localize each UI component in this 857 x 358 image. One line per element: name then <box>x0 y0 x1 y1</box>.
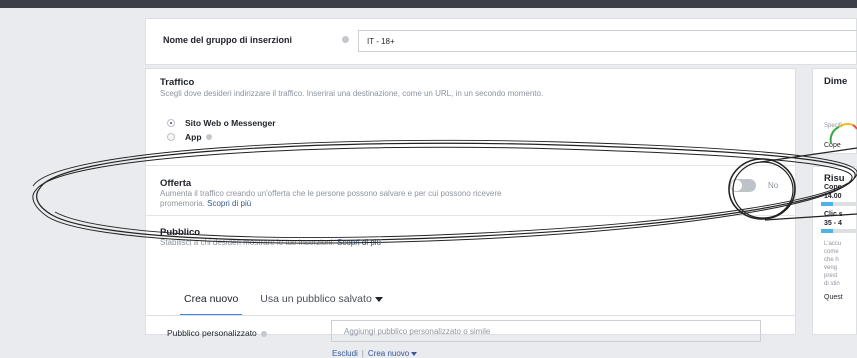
audience-size-card: Dime Specifi Cope <box>812 68 857 154</box>
clicks-bar-fill <box>821 229 833 233</box>
offer-description: Aumenta il traffico creando un'offerta c… <box>160 189 530 209</box>
audience-coverage-label: Cope <box>824 142 841 149</box>
chevron-down-icon <box>374 296 383 302</box>
results-learn-more-link[interactable]: Quest <box>824 294 843 301</box>
note-line: di stin <box>824 281 840 287</box>
info-icon[interactable] <box>342 36 349 43</box>
coverage-bar-fill <box>821 202 833 206</box>
audience-description: Stabilisci a chi desideri mostrare le tu… <box>160 238 381 248</box>
chevron-down-icon <box>411 351 418 356</box>
traffic-description: Scegli dove desideri indirizzare il traf… <box>160 89 544 98</box>
tab-create-new[interactable]: Crea nuovo <box>179 293 243 316</box>
info-icon[interactable] <box>205 134 212 140</box>
section-divider <box>146 215 795 216</box>
estimated-results-card: Risu Cope 14.00 Clic s 35 - 4 L'accu com… <box>812 166 857 335</box>
tabs-underline <box>146 315 795 316</box>
custom-audience-label: Pubblico personalizzato <box>167 328 268 338</box>
note-line: L'accu <box>824 241 842 247</box>
results-coverage-label: Cope <box>824 184 842 191</box>
create-new-link-label: Crea nuovo <box>367 349 410 358</box>
radio-unselected-icon[interactable] <box>167 133 175 141</box>
audience-size-title: Dime <box>824 76 848 87</box>
custom-audience-input[interactable]: Aggiungi pubblico personalizzato o simil… <box>331 320 761 342</box>
coverage-bar <box>821 202 857 206</box>
custom-audience-label-text: Pubblico personalizzato <box>167 328 257 338</box>
custom-audience-actions: Escludi | Crea nuovo <box>332 349 418 358</box>
ad-set-name-label: Nome del gruppo di inserzioni <box>163 35 293 45</box>
section-divider <box>146 165 795 166</box>
separator: | <box>361 349 364 358</box>
create-new-link[interactable]: Crea nuovo <box>367 349 418 358</box>
results-coverage-value: 14.00 <box>824 193 842 200</box>
radio-label: Sito Web o Messenger <box>185 118 276 128</box>
traffic-title: Traffico <box>160 77 195 88</box>
ad-set-name-input[interactable]: IT - 18+ <box>358 30 857 52</box>
audience-gauge-label: Specifi <box>824 123 843 129</box>
ad-set-name-card: Nome del gruppo di inserzioni IT - 18+ <box>145 18 857 65</box>
audience-learn-more-link[interactable]: Scopri di più <box>337 238 381 247</box>
radio-app[interactable]: App <box>167 132 212 142</box>
info-icon[interactable] <box>261 330 268 337</box>
results-note: L'accu come che h veng prest di stin <box>824 240 841 288</box>
offer-title: Offerta <box>160 178 192 189</box>
tab-saved-audience-label: Usa un pubblico salvato <box>260 293 372 305</box>
results-clicks-label: Clic s <box>824 211 843 218</box>
audience-tabs: Crea nuovo Usa un pubblico salvato <box>179 293 383 316</box>
audience-description-text: Stabilisci a chi desideri mostrare le tu… <box>160 238 335 247</box>
ad-set-settings-card: Traffico Scegli dove desideri indirizzar… <box>145 68 796 358</box>
offer-toggle[interactable] <box>730 179 756 192</box>
radio-selected-icon[interactable] <box>167 119 175 127</box>
radio-website-messenger[interactable]: Sito Web o Messenger <box>167 118 276 128</box>
results-clicks-value: 35 - 4 <box>824 220 842 227</box>
note-line: come <box>824 249 839 255</box>
note-line: prest <box>824 273 838 279</box>
tab-saved-audience[interactable]: Usa un pubblico salvato <box>260 293 383 310</box>
radio-label: App <box>185 132 202 142</box>
note-line: veng <box>824 265 838 271</box>
results-title: Risu <box>824 173 845 184</box>
top-bar <box>0 0 857 8</box>
exclude-link[interactable]: Escludi <box>332 349 358 358</box>
offer-learn-more-link[interactable]: Scopri di più <box>207 199 251 208</box>
clicks-bar <box>821 229 857 233</box>
note-line: che h <box>824 257 839 263</box>
audience-title: Pubblico <box>160 227 201 238</box>
offer-toggle-label: No <box>768 181 779 190</box>
